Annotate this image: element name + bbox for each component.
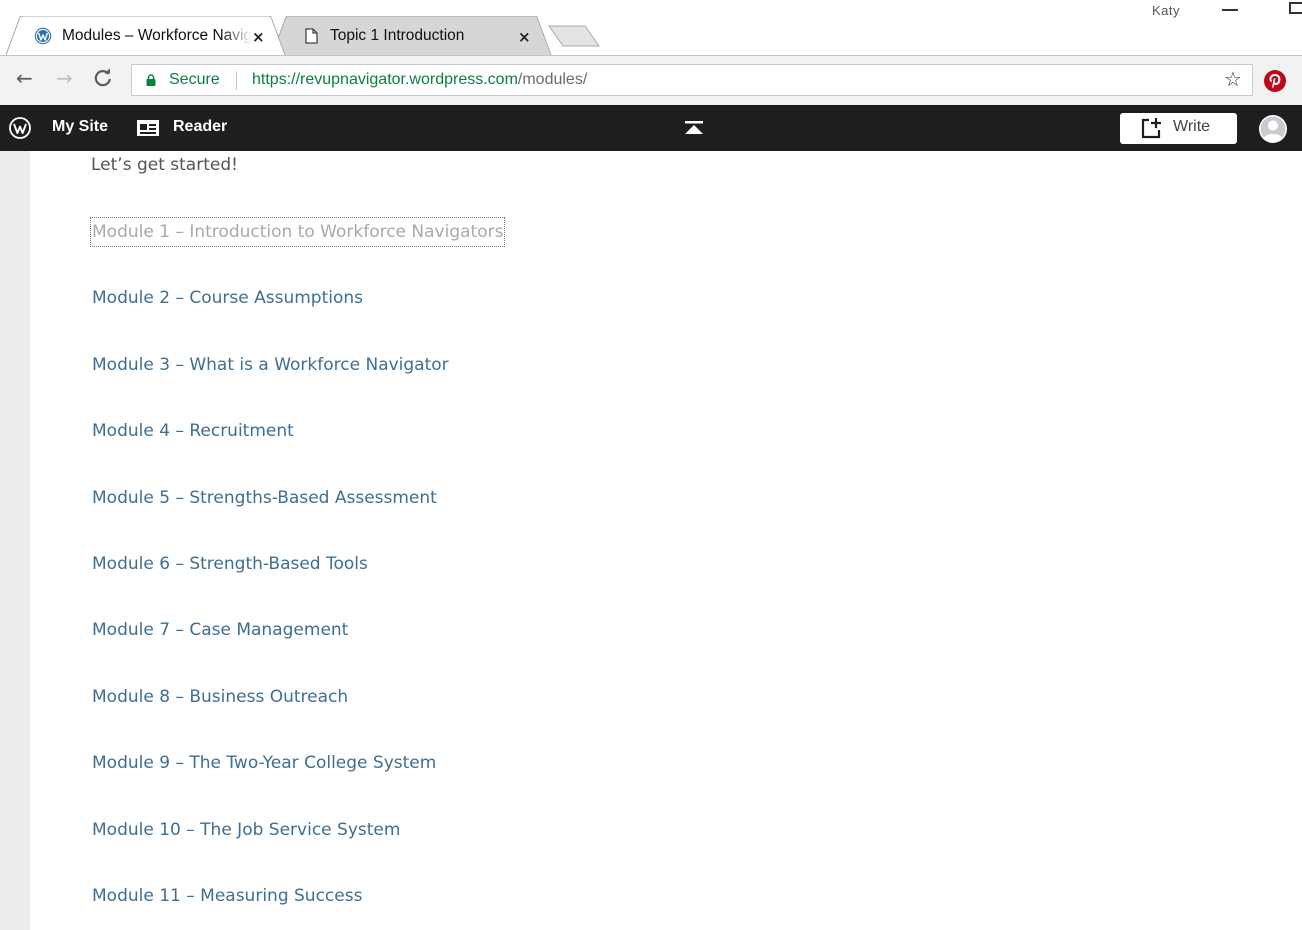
intro-text: Let’s get started! <box>91 155 238 175</box>
forward-arrow-icon[interactable]: → <box>56 66 73 90</box>
list-item: Module 2 – Course Assumptions <box>91 284 504 350</box>
address-separator <box>236 71 237 90</box>
write-plus-icon <box>1141 118 1161 139</box>
module-2-link[interactable]: Module 2 – Course Assumptions <box>91 284 364 312</box>
module-list: Module 1 – Introduction to Workforce Nav… <box>89 217 506 930</box>
module-3-link[interactable]: Module 3 – What is a Workforce Navigator <box>91 351 450 379</box>
module-1-link[interactable]: Module 1 – Introduction to Workforce Nav… <box>89 217 506 247</box>
browser-toolbar: ← → Secure https://revupnavigator.wordpr… <box>0 55 1302 105</box>
window-user-name[interactable]: Katy <box>1152 3 1180 18</box>
reader-icon[interactable] <box>136 119 160 137</box>
list-item: Module 6 – Strength-Based Tools <box>91 550 504 616</box>
list-item: Module 7 – Case Management <box>91 616 504 682</box>
wordpress-logo-icon[interactable] <box>9 117 31 139</box>
wordpress-icon <box>34 27 52 45</box>
url-text[interactable]: https://revupnavigator.wordpress.com/mod… <box>252 71 587 89</box>
back-arrow-icon[interactable]: ← <box>16 66 33 90</box>
tab-modules[interactable]: Modules – Workforce Navigators × <box>6 16 286 55</box>
list-item: Module 10 – The Job Service System <box>91 816 504 882</box>
secure-label: Secure <box>169 71 220 88</box>
left-gutter <box>0 151 30 930</box>
bookmark-star-icon[interactable]: ☆ <box>1224 67 1242 91</box>
module-10-link[interactable]: Module 10 – The Job Service System <box>91 816 401 844</box>
module-8-link[interactable]: Module 8 – Business Outreach <box>91 683 349 711</box>
lock-icon <box>146 74 156 86</box>
module-11-link[interactable]: Module 11 – Measuring Success <box>91 882 363 910</box>
collapse-toolbar-icon[interactable] <box>684 121 704 135</box>
page-content: Let’s get started! Module 1 – Introducti… <box>0 151 1302 930</box>
list-item: Module 8 – Business Outreach <box>91 683 504 749</box>
pinterest-icon[interactable] <box>1263 69 1287 93</box>
write-button[interactable]: Write <box>1120 113 1237 144</box>
list-item: Module 11 – Measuring Success <box>91 882 504 930</box>
tab-title: Modules – Workforce Navigators <box>62 27 252 44</box>
module-4-link[interactable]: Module 4 – Recruitment <box>91 417 295 445</box>
write-label: Write <box>1173 118 1211 135</box>
tab-close-icon[interactable]: × <box>518 28 531 46</box>
tab-strip: Topic 1 Introduction × Modules – Workfor… <box>0 0 1302 55</box>
tab-close-icon[interactable]: × <box>252 28 265 46</box>
my-site-link[interactable]: My Site <box>52 118 108 136</box>
list-item: Module 1 – Introduction to Workforce Nav… <box>89 217 506 284</box>
minimize-icon[interactable] <box>1222 9 1238 11</box>
list-item: Module 4 – Recruitment <box>91 417 504 483</box>
list-item: Module 3 – What is a Workforce Navigator <box>91 351 504 417</box>
module-7-link[interactable]: Module 7 – Case Management <box>91 616 349 644</box>
page-icon <box>305 28 318 44</box>
maximize-icon[interactable] <box>1289 2 1302 14</box>
reload-icon[interactable] <box>93 67 113 89</box>
list-item: Module 9 – The Two-Year College System <box>91 749 504 815</box>
module-5-link[interactable]: Module 5 – Strengths-Based Assessment <box>91 484 438 512</box>
list-item: Module 5 – Strengths-Based Assessment <box>91 484 504 550</box>
module-9-link[interactable]: Module 9 – The Two-Year College System <box>91 749 437 777</box>
url-path: /modules/ <box>517 71 588 88</box>
user-avatar-icon[interactable] <box>1258 114 1288 144</box>
tab-title: Topic 1 Introduction <box>330 27 465 44</box>
url-host: https://revupnavigator.wordpress.com <box>252 71 518 88</box>
address-bar[interactable]: Secure https://revupnavigator.wordpress.… <box>131 64 1253 96</box>
tab-topic-1-introduction[interactable]: Topic 1 Introduction × <box>272 16 554 55</box>
new-tab-button[interactable] <box>548 25 600 47</box>
module-6-link[interactable]: Module 6 – Strength-Based Tools <box>91 550 369 578</box>
reader-link[interactable]: Reader <box>173 118 227 136</box>
wp-admin-bar: My Site Reader Write <box>0 105 1302 151</box>
